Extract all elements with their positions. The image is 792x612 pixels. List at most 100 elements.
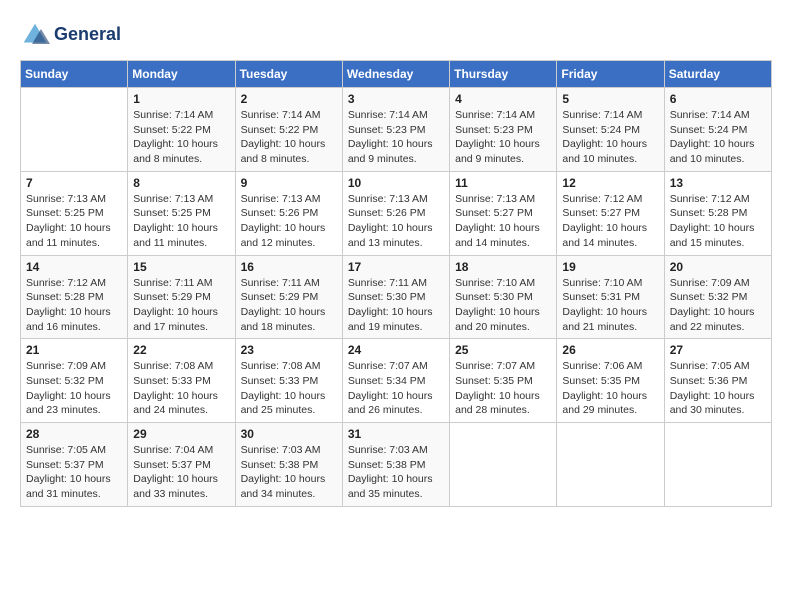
day-number: 29: [133, 427, 229, 441]
calendar-cell: 23 Sunrise: 7:08 AMSunset: 5:33 PMDaylig…: [235, 339, 342, 423]
day-info: Sunrise: 7:12 AMSunset: 5:28 PMDaylight:…: [26, 276, 122, 335]
day-info: Sunrise: 7:14 AMSunset: 5:24 PMDaylight:…: [562, 108, 658, 167]
day-info: Sunrise: 7:12 AMSunset: 5:28 PMDaylight:…: [670, 192, 766, 251]
calendar-cell: 16 Sunrise: 7:11 AMSunset: 5:29 PMDaylig…: [235, 255, 342, 339]
calendar-cell: 14 Sunrise: 7:12 AMSunset: 5:28 PMDaylig…: [21, 255, 128, 339]
day-info: Sunrise: 7:09 AMSunset: 5:32 PMDaylight:…: [26, 359, 122, 418]
day-number: 26: [562, 343, 658, 357]
day-info: Sunrise: 7:14 AMSunset: 5:23 PMDaylight:…: [348, 108, 444, 167]
calendar-cell: 13 Sunrise: 7:12 AMSunset: 5:28 PMDaylig…: [664, 171, 771, 255]
day-info: Sunrise: 7:10 AMSunset: 5:31 PMDaylight:…: [562, 276, 658, 335]
day-number: 16: [241, 260, 337, 274]
day-info: Sunrise: 7:14 AMSunset: 5:22 PMDaylight:…: [133, 108, 229, 167]
day-number: 27: [670, 343, 766, 357]
calendar-cell: 17 Sunrise: 7:11 AMSunset: 5:30 PMDaylig…: [342, 255, 449, 339]
day-number: 30: [241, 427, 337, 441]
day-number: 24: [348, 343, 444, 357]
calendar-cell: 9 Sunrise: 7:13 AMSunset: 5:26 PMDayligh…: [235, 171, 342, 255]
day-info: Sunrise: 7:05 AMSunset: 5:36 PMDaylight:…: [670, 359, 766, 418]
calendar-cell: 10 Sunrise: 7:13 AMSunset: 5:26 PMDaylig…: [342, 171, 449, 255]
day-number: 20: [670, 260, 766, 274]
calendar-cell: 25 Sunrise: 7:07 AMSunset: 5:35 PMDaylig…: [450, 339, 557, 423]
calendar-cell: 1 Sunrise: 7:14 AMSunset: 5:22 PMDayligh…: [128, 88, 235, 172]
day-info: Sunrise: 7:03 AMSunset: 5:38 PMDaylight:…: [348, 443, 444, 502]
day-number: 8: [133, 176, 229, 190]
header-row: SundayMondayTuesdayWednesdayThursdayFrid…: [21, 61, 772, 88]
day-number: 9: [241, 176, 337, 190]
calendar-table: SundayMondayTuesdayWednesdayThursdayFrid…: [20, 60, 772, 507]
calendar-cell: 15 Sunrise: 7:11 AMSunset: 5:29 PMDaylig…: [128, 255, 235, 339]
calendar-cell: 29 Sunrise: 7:04 AMSunset: 5:37 PMDaylig…: [128, 423, 235, 507]
day-header-saturday: Saturday: [664, 61, 771, 88]
day-number: 31: [348, 427, 444, 441]
week-row-1: 1 Sunrise: 7:14 AMSunset: 5:22 PMDayligh…: [21, 88, 772, 172]
day-number: 1: [133, 92, 229, 106]
day-info: Sunrise: 7:13 AMSunset: 5:27 PMDaylight:…: [455, 192, 551, 251]
day-info: Sunrise: 7:08 AMSunset: 5:33 PMDaylight:…: [133, 359, 229, 418]
calendar-cell: [664, 423, 771, 507]
calendar-cell: 6 Sunrise: 7:14 AMSunset: 5:24 PMDayligh…: [664, 88, 771, 172]
calendar-cell: 20 Sunrise: 7:09 AMSunset: 5:32 PMDaylig…: [664, 255, 771, 339]
calendar-cell: 30 Sunrise: 7:03 AMSunset: 5:38 PMDaylig…: [235, 423, 342, 507]
day-info: Sunrise: 7:05 AMSunset: 5:37 PMDaylight:…: [26, 443, 122, 502]
day-number: 3: [348, 92, 444, 106]
day-number: 4: [455, 92, 551, 106]
day-number: 19: [562, 260, 658, 274]
day-header-thursday: Thursday: [450, 61, 557, 88]
day-info: Sunrise: 7:12 AMSunset: 5:27 PMDaylight:…: [562, 192, 658, 251]
week-row-2: 7 Sunrise: 7:13 AMSunset: 5:25 PMDayligh…: [21, 171, 772, 255]
day-info: Sunrise: 7:13 AMSunset: 5:25 PMDaylight:…: [133, 192, 229, 251]
day-info: Sunrise: 7:14 AMSunset: 5:22 PMDaylight:…: [241, 108, 337, 167]
calendar-cell: 28 Sunrise: 7:05 AMSunset: 5:37 PMDaylig…: [21, 423, 128, 507]
day-info: Sunrise: 7:14 AMSunset: 5:23 PMDaylight:…: [455, 108, 551, 167]
calendar-cell: 18 Sunrise: 7:10 AMSunset: 5:30 PMDaylig…: [450, 255, 557, 339]
day-number: 28: [26, 427, 122, 441]
day-info: Sunrise: 7:06 AMSunset: 5:35 PMDaylight:…: [562, 359, 658, 418]
calendar-cell: [450, 423, 557, 507]
day-info: Sunrise: 7:11 AMSunset: 5:29 PMDaylight:…: [133, 276, 229, 335]
day-info: Sunrise: 7:08 AMSunset: 5:33 PMDaylight:…: [241, 359, 337, 418]
day-number: 21: [26, 343, 122, 357]
day-number: 5: [562, 92, 658, 106]
calendar-cell: 31 Sunrise: 7:03 AMSunset: 5:38 PMDaylig…: [342, 423, 449, 507]
calendar-cell: [21, 88, 128, 172]
day-header-tuesday: Tuesday: [235, 61, 342, 88]
day-number: 18: [455, 260, 551, 274]
day-info: Sunrise: 7:13 AMSunset: 5:26 PMDaylight:…: [348, 192, 444, 251]
logo-text: General: [54, 25, 121, 45]
day-number: 12: [562, 176, 658, 190]
day-info: Sunrise: 7:03 AMSunset: 5:38 PMDaylight:…: [241, 443, 337, 502]
day-number: 2: [241, 92, 337, 106]
day-info: Sunrise: 7:09 AMSunset: 5:32 PMDaylight:…: [670, 276, 766, 335]
day-number: 22: [133, 343, 229, 357]
day-info: Sunrise: 7:13 AMSunset: 5:25 PMDaylight:…: [26, 192, 122, 251]
calendar-cell: 26 Sunrise: 7:06 AMSunset: 5:35 PMDaylig…: [557, 339, 664, 423]
day-header-monday: Monday: [128, 61, 235, 88]
day-number: 25: [455, 343, 551, 357]
day-info: Sunrise: 7:11 AMSunset: 5:29 PMDaylight:…: [241, 276, 337, 335]
page-header: General: [20, 20, 772, 50]
day-number: 7: [26, 176, 122, 190]
calendar-cell: 7 Sunrise: 7:13 AMSunset: 5:25 PMDayligh…: [21, 171, 128, 255]
calendar-cell: 3 Sunrise: 7:14 AMSunset: 5:23 PMDayligh…: [342, 88, 449, 172]
day-info: Sunrise: 7:13 AMSunset: 5:26 PMDaylight:…: [241, 192, 337, 251]
day-info: Sunrise: 7:14 AMSunset: 5:24 PMDaylight:…: [670, 108, 766, 167]
logo: General: [20, 20, 121, 50]
week-row-3: 14 Sunrise: 7:12 AMSunset: 5:28 PMDaylig…: [21, 255, 772, 339]
day-header-sunday: Sunday: [21, 61, 128, 88]
day-info: Sunrise: 7:11 AMSunset: 5:30 PMDaylight:…: [348, 276, 444, 335]
calendar-cell: 12 Sunrise: 7:12 AMSunset: 5:27 PMDaylig…: [557, 171, 664, 255]
day-number: 17: [348, 260, 444, 274]
calendar-cell: 22 Sunrise: 7:08 AMSunset: 5:33 PMDaylig…: [128, 339, 235, 423]
calendar-cell: [557, 423, 664, 507]
day-number: 23: [241, 343, 337, 357]
week-row-4: 21 Sunrise: 7:09 AMSunset: 5:32 PMDaylig…: [21, 339, 772, 423]
day-header-friday: Friday: [557, 61, 664, 88]
day-number: 14: [26, 260, 122, 274]
day-number: 6: [670, 92, 766, 106]
week-row-5: 28 Sunrise: 7:05 AMSunset: 5:37 PMDaylig…: [21, 423, 772, 507]
day-header-wednesday: Wednesday: [342, 61, 449, 88]
calendar-cell: 24 Sunrise: 7:07 AMSunset: 5:34 PMDaylig…: [342, 339, 449, 423]
calendar-cell: 2 Sunrise: 7:14 AMSunset: 5:22 PMDayligh…: [235, 88, 342, 172]
calendar-cell: 5 Sunrise: 7:14 AMSunset: 5:24 PMDayligh…: [557, 88, 664, 172]
